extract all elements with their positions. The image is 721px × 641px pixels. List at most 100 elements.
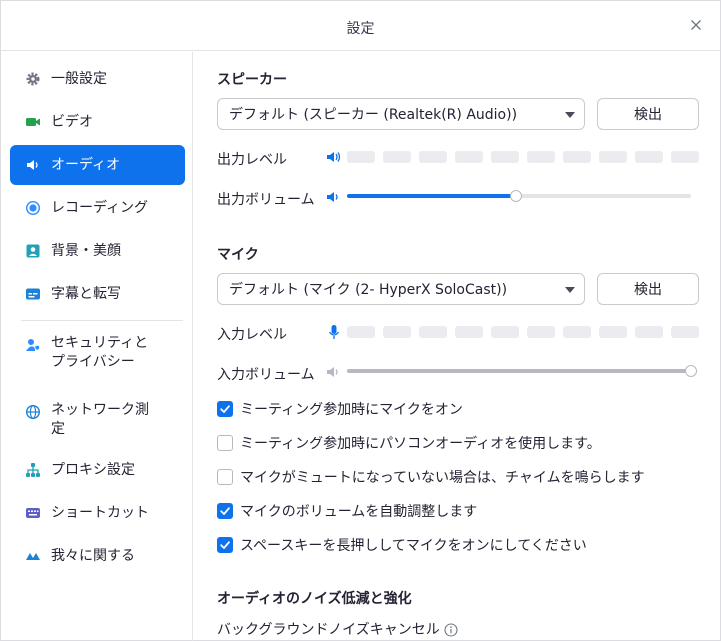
level-segment xyxy=(491,326,519,338)
level-segment xyxy=(419,326,447,338)
level-segment xyxy=(419,151,447,163)
option-label: ミーティング参加時にマイクをオン xyxy=(240,402,463,418)
level-segment xyxy=(527,151,555,163)
captions-icon xyxy=(24,285,42,303)
level-segment xyxy=(527,326,555,338)
security-shield-icon xyxy=(24,336,42,354)
sidebar-item-label: 背景・美顔 xyxy=(51,242,121,259)
checkbox[interactable] xyxy=(217,503,233,519)
proxy-network-icon xyxy=(24,461,42,479)
checkbox[interactable] xyxy=(217,435,233,451)
level-segment xyxy=(635,326,663,338)
sidebar-item-audio[interactable]: オーディオ xyxy=(10,145,185,185)
record-icon xyxy=(24,199,42,217)
sidebar-item-shortcuts[interactable]: ショートカット xyxy=(10,493,185,533)
checkbox[interactable] xyxy=(217,537,233,553)
output-volume-slider[interactable] xyxy=(347,187,691,205)
background-portrait-icon xyxy=(24,242,42,260)
mic-device-select[interactable]: デフォルト (マイク (2- HyperX SoloCast)) xyxy=(217,273,585,305)
settings-window: 設定 一般設定 ビデオ オーディオ レコーディング 背景・美顔 字幕と転写 セキ… xyxy=(0,0,721,641)
chevron-down-icon xyxy=(565,287,575,293)
option-unmuted-chime[interactable]: マイクがミュートになっていない場合は、チャイムを鳴らします xyxy=(217,467,645,487)
speaker-volume-icon xyxy=(327,192,338,202)
title-bar: 設定 xyxy=(1,1,720,51)
level-segment xyxy=(455,151,483,163)
input-level-meter xyxy=(347,326,699,338)
option-push-to-talk[interactable]: スペースキーを長押ししてマイクをオンにしてください xyxy=(217,535,587,555)
speaker-icon xyxy=(24,156,42,174)
sidebar-item-label: 一般設定 xyxy=(51,70,107,87)
sidebar-item-about[interactable]: 我々に関する xyxy=(10,536,185,576)
sidebar-item-network[interactable]: ネットワーク測 定 xyxy=(10,395,185,443)
option-label: ミーティング参加時にパソコンオーディオを使用します。 xyxy=(240,436,601,452)
info-icon[interactable] xyxy=(444,623,458,637)
option-use-computer-audio[interactable]: ミーティング参加時にパソコンオーディオを使用します。 xyxy=(217,433,601,453)
level-segment xyxy=(635,151,663,163)
microphone-icon xyxy=(328,325,340,339)
sidebar-item-label: プロキシ設定 xyxy=(51,461,135,478)
checkbox[interactable] xyxy=(217,401,233,417)
option-label: スペースキーを長押ししてマイクをオンにしてください xyxy=(240,538,587,554)
sidebar-item-recording[interactable]: レコーディング xyxy=(10,188,185,228)
input-volume-label: 入力ボリューム xyxy=(217,367,315,383)
check-icon xyxy=(220,541,230,549)
level-segment xyxy=(455,326,483,338)
level-segment xyxy=(599,326,627,338)
sidebar-item-label: 我々に関する xyxy=(51,547,135,564)
sidebar-item-label: ネットワーク測 定 xyxy=(51,402,149,437)
level-segment xyxy=(563,326,591,338)
level-segment xyxy=(491,151,519,163)
level-segment xyxy=(383,151,411,163)
sidebar-item-security[interactable]: セキュリティと プライバシー xyxy=(10,328,185,376)
output-level-meter xyxy=(347,151,699,163)
sidebar-item-captions[interactable]: 字幕と転写 xyxy=(10,274,185,314)
video-camera-icon xyxy=(24,113,42,131)
speaker-detect-button[interactable]: 検出 xyxy=(597,98,699,130)
sidebar-item-proxy[interactable]: プロキシ設定 xyxy=(10,450,185,490)
bg-noise-row: バックグラウンドノイズキャンセル xyxy=(217,619,458,639)
checkbox[interactable] xyxy=(217,469,233,485)
check-icon xyxy=(220,405,230,413)
sidebar-item-label: ショートカット xyxy=(51,504,149,521)
close-icon xyxy=(691,20,701,30)
sidebar-item-label: セキュリティと プライバシー xyxy=(51,335,149,370)
close-button[interactable] xyxy=(686,15,706,35)
sidebar-item-label: ビデオ xyxy=(51,113,93,130)
sidebar-item-label: レコーディング xyxy=(51,199,149,216)
slider-fill xyxy=(347,194,516,198)
option-auto-adjust-volume[interactable]: マイクのボリュームを自動調整します xyxy=(217,501,477,521)
chevron-down-icon xyxy=(565,112,575,118)
window-title: 設定 xyxy=(346,21,375,37)
level-segment xyxy=(347,326,375,338)
sidebar-divider xyxy=(21,320,183,321)
sidebar-item-background[interactable]: 背景・美顔 xyxy=(10,231,185,271)
output-volume-label: 出力ボリューム xyxy=(217,192,315,208)
mic-detect-button[interactable]: 検出 xyxy=(597,273,699,305)
logo-icon xyxy=(24,547,42,565)
slider-thumb[interactable] xyxy=(685,365,697,377)
sidebar-item-video[interactable]: ビデオ xyxy=(10,102,185,142)
option-auto-mic-on[interactable]: ミーティング参加時にマイクをオン xyxy=(217,399,463,419)
speaker-volume-disabled-icon xyxy=(327,367,338,377)
speaker-section-title: スピーカー xyxy=(217,72,287,88)
mic-device-value: デフォルト (マイク (2- HyperX SoloCast)) xyxy=(229,282,508,298)
input-volume-slider[interactable] xyxy=(347,362,697,380)
level-segment xyxy=(347,151,375,163)
input-level-label: 入力レベル xyxy=(217,327,287,343)
option-label: マイクのボリュームを自動調整します xyxy=(240,504,478,520)
speaker-level-icon xyxy=(327,152,341,162)
check-icon xyxy=(220,507,230,515)
slider-thumb[interactable] xyxy=(509,190,522,202)
gear-icon xyxy=(24,70,42,88)
level-segment xyxy=(671,326,699,338)
settings-sidebar: 一般設定 ビデオ オーディオ レコーディング 背景・美顔 字幕と転写 セキュリテ… xyxy=(1,52,193,641)
level-segment xyxy=(599,151,627,163)
speaker-device-select[interactable]: デフォルト (スピーカー (Realtek(R) Audio)) xyxy=(217,98,585,130)
sidebar-item-general[interactable]: 一般設定 xyxy=(10,59,185,99)
noise-section-title: オーディオのノイズ低減と強化 xyxy=(217,591,412,607)
mic-section-title: マイク xyxy=(217,247,259,263)
level-segment xyxy=(671,151,699,163)
globe-icon xyxy=(24,403,42,421)
bg-noise-label: バックグラウンドノイズキャンセル xyxy=(217,622,440,638)
keyboard-icon xyxy=(24,504,42,522)
